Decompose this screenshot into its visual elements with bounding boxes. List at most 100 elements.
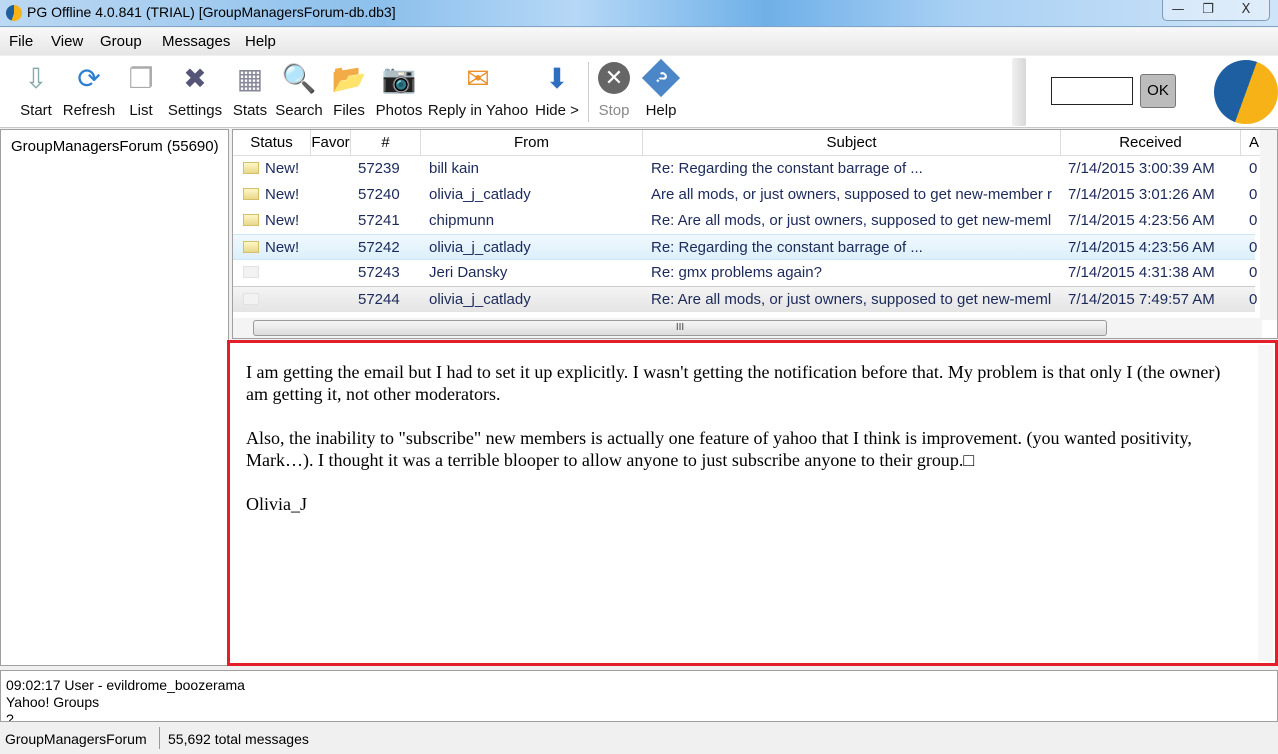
- message-paragraph: I am getting the email but I had to set …: [246, 362, 1221, 404]
- table-row[interactable]: New! 57239 bill kain Re: Regarding the cons…: [233, 156, 1257, 182]
- table-row[interactable]: 57243 Jeri Dansky Re: gmx problems again? 7…: [233, 260, 1257, 286]
- column-received[interactable]: Received: [1061, 130, 1241, 156]
- status-total: 55,692 total messages: [168, 731, 309, 747]
- column-status[interactable]: Status: [233, 130, 311, 156]
- help-icon: ?: [641, 58, 681, 98]
- message-body: I am getting the email but I had to set …: [246, 361, 1246, 537]
- toolbar-button-label: Help: [645, 102, 677, 119]
- toolbar-button-settings[interactable]: ✖ Settings: [168, 60, 222, 120]
- cell-status: [243, 287, 313, 313]
- menu-group[interactable]: Group: [100, 33, 142, 50]
- cell-from: chipmunn: [429, 212, 495, 229]
- cell-a: 0: [1249, 264, 1258, 281]
- status-text: New!: [265, 239, 300, 256]
- list-horizontal-scrollbar[interactable]: III: [233, 318, 1262, 338]
- reply-icon: ✉: [466, 62, 490, 94]
- cell-a: 0: [1249, 291, 1258, 308]
- toolbar-button-label: Start: [20, 102, 52, 119]
- toolbar-button-start[interactable]: ⇩ Start: [18, 60, 54, 120]
- stop-icon: ✕: [598, 62, 630, 94]
- close-button[interactable]: X: [1223, 0, 1269, 20]
- toolbar-button-label: Files: [333, 102, 365, 119]
- cell-num: 57241: [358, 212, 400, 229]
- column-from[interactable]: From: [421, 130, 643, 156]
- cell-num: 57240: [358, 186, 400, 203]
- column-favorite[interactable]: Favor: [311, 130, 351, 156]
- group-item[interactable]: GroupManagersForum (55690): [11, 138, 219, 155]
- cell-status: New!: [243, 208, 313, 234]
- ok-button[interactable]: OK: [1140, 74, 1176, 108]
- toolbar-button-list[interactable]: ❐ List: [123, 60, 159, 120]
- cell-subject: Re: Are all mods, or just owners, suppos…: [651, 291, 1052, 308]
- message-list: Status Favor # From Subject Received A N…: [232, 129, 1278, 339]
- table-row[interactable]: New! 57240 olivia_j_catlady Are all mods, o…: [233, 182, 1257, 208]
- menu-messages[interactable]: Messages: [162, 33, 230, 50]
- message-preview-pane: I am getting the email but I had to set …: [227, 340, 1278, 666]
- cell-subject: Re: Regarding the constant barrage of ..…: [651, 239, 923, 256]
- cell-num: 57239: [358, 160, 400, 177]
- cell-from: olivia_j_catlady: [429, 239, 531, 256]
- cell-received: 7/14/2015 3:01:26 AM: [1068, 186, 1215, 203]
- toolbar-button-label: Stats: [232, 102, 268, 119]
- activity-log: 09:02:17 User - evildrome_boozerama Yaho…: [0, 670, 1278, 722]
- toolbar-button-help[interactable]: ? Help: [641, 58, 681, 119]
- column-subject[interactable]: Subject: [643, 130, 1061, 156]
- status-divider: [159, 727, 160, 749]
- toolbar-button-stop[interactable]: ✕ Stop: [598, 60, 630, 119]
- cell-received: 7/14/2015 4:23:56 AM: [1068, 239, 1215, 256]
- log-line: Yahoo! Groups: [6, 694, 100, 710]
- cell-num: 57244: [358, 291, 400, 308]
- list-vertical-scrollbar[interactable]: [1260, 130, 1277, 320]
- cell-subject: Re: gmx problems again?: [651, 264, 822, 281]
- toolbar-button-search[interactable]: 🔍 Search: [275, 60, 323, 120]
- log-line: ?: [6, 711, 14, 722]
- status-text: New!: [265, 212, 300, 229]
- scrollbar-thumb[interactable]: III: [253, 320, 1107, 336]
- toolbar-button-label: Reply in Yahoo: [427, 102, 529, 119]
- toolbar-button-label: Search: [275, 102, 323, 119]
- toolbar-button-files[interactable]: 📂 Files: [331, 60, 367, 120]
- message-list-header: Status Favor # From Subject Received A: [233, 130, 1263, 156]
- cell-from: bill kain: [429, 160, 480, 177]
- read-envelope-icon: [243, 293, 259, 305]
- cell-received: 7/14/2015 3:00:39 AM: [1068, 160, 1215, 177]
- settings-icon: ✖: [183, 62, 207, 94]
- toolbar-button-hide[interactable]: ⬇ Hide >: [535, 60, 579, 120]
- cell-status: [243, 260, 313, 286]
- table-row[interactable]: New! 57242 olivia_j_catlady Re: Regarding t…: [233, 234, 1257, 260]
- table-row[interactable]: New! 57241 chipmunn Re: Are all mods, or ju…: [233, 208, 1257, 234]
- toolbar-grip[interactable]: [1012, 58, 1026, 126]
- toolbar-separator: [588, 62, 589, 122]
- window-controls: — ❐ X: [1162, 0, 1270, 21]
- toolbar-button-stats[interactable]: ▦ Stats: [232, 60, 268, 120]
- search-icon: 🔍: [281, 62, 317, 94]
- refresh-icon: ⟳: [77, 62, 101, 94]
- status-text: New!: [265, 186, 300, 203]
- message-vertical-scrollbar[interactable]: [1258, 345, 1273, 661]
- cell-status: New!: [243, 156, 313, 182]
- status-text: New!: [265, 160, 300, 177]
- toolbar: ⇩ Start ⟳ Refresh ❐ List ✖ Settings ▦ Stats 🔍 Searc…: [0, 56, 1278, 128]
- cell-subject: Are all mods, or just owners, supposed t…: [651, 186, 1053, 203]
- table-row[interactable]: 57244 olivia_j_catlady Re: Are all mods, o…: [233, 286, 1257, 313]
- menu-file[interactable]: File: [9, 33, 33, 50]
- minimize-button[interactable]: —: [1163, 0, 1193, 20]
- status-bar: GroupManagersForum 55,692 total messages: [0, 722, 1278, 754]
- menu-help[interactable]: Help: [245, 33, 276, 50]
- read-envelope-icon: [243, 266, 259, 278]
- cell-a: 0: [1249, 212, 1258, 229]
- new-envelope-icon: [243, 214, 259, 226]
- restore-button[interactable]: ❐: [1193, 0, 1223, 20]
- toolbar-button-photos[interactable]: 📷 Photos: [376, 60, 423, 120]
- cell-received: 7/14/2015 4:31:38 AM: [1068, 264, 1215, 281]
- cell-from: olivia_j_catlady: [429, 186, 531, 203]
- stats-icon: ▦: [236, 62, 264, 94]
- camera-icon: 📷: [381, 62, 417, 94]
- toolbar-button-reply-in-yahoo[interactable]: ✉ Reply in Yahoo: [427, 60, 529, 120]
- cell-received: 7/14/2015 4:23:56 AM: [1068, 212, 1215, 229]
- message-number-input[interactable]: [1051, 77, 1133, 105]
- toolbar-button-refresh[interactable]: ⟳ Refresh: [63, 60, 116, 120]
- menu-bar: File View Group Messages Help: [0, 28, 1278, 55]
- column-number[interactable]: #: [351, 130, 421, 156]
- menu-view[interactable]: View: [51, 33, 83, 50]
